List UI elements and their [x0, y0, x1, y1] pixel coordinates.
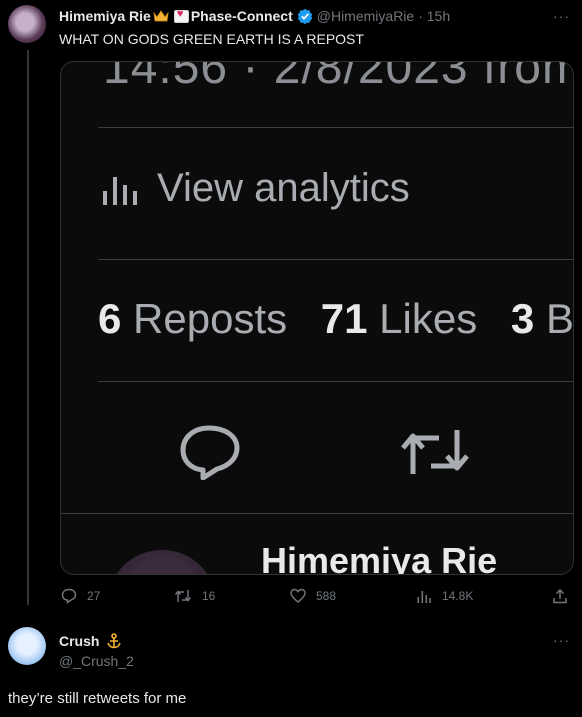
post-actions: 27 16 588 14.8K — [0, 588, 582, 608]
media-timestamp-fragment: 14:56 · 2/8/2023 from — [103, 61, 574, 94]
thread-line — [27, 50, 29, 605]
reply-icon — [61, 588, 77, 604]
bookmarks-count: 3 — [510, 295, 535, 342]
like-button[interactable]: 588 — [290, 588, 336, 604]
repost-icon — [174, 590, 192, 602]
post-header: Himemiya Rie Phase-Connect @HimemiyaRie … — [59, 8, 450, 24]
view-analytics-label: View analytics — [157, 166, 410, 210]
anchor-icon — [107, 633, 122, 649]
reply-button[interactable]: 27 — [61, 588, 100, 604]
author-avatar[interactable] — [8, 5, 46, 43]
reposts-label: Reposts — [133, 295, 288, 342]
reply-icon — [180, 425, 240, 480]
reply-author-handle[interactable]: @_Crush_2 — [59, 653, 134, 669]
heart-badge-icon — [173, 8, 189, 23]
media-author-avatar — [107, 550, 217, 574]
post-text: WHAT ON GODS GREEN EARTH IS A REPOST — [59, 31, 364, 47]
reply-text: they’re still retweets for me — [8, 690, 187, 707]
reposts-count: 6 — [98, 295, 122, 342]
likes-label: Likes — [379, 295, 478, 342]
post-time[interactable]: · 15h — [418, 8, 450, 24]
views-count: 14.8K — [442, 589, 474, 603]
reply-author-name[interactable]: Crush — [59, 633, 99, 649]
more-icon[interactable]: ··· — [553, 8, 570, 24]
repost-icon — [401, 430, 469, 474]
share-button[interactable] — [552, 588, 568, 604]
author-handle[interactable]: @HimemiyaRie — [317, 8, 414, 24]
likes-count: 71 — [320, 295, 368, 342]
media-stats-row: 6 Reposts 71 Likes 3 B — [98, 295, 574, 343]
media-view-analytics: View analytics — [101, 166, 410, 211]
crown-icon — [153, 10, 169, 22]
like-count: 588 — [316, 589, 337, 603]
repost-button[interactable]: 16 — [174, 588, 215, 604]
repost-count: 16 — [202, 589, 216, 603]
views-button[interactable]: 14.8K — [416, 588, 473, 604]
author-name[interactable]: Himemiya Rie — [59, 8, 151, 24]
reply-header: Crush — [59, 632, 123, 650]
media-divider — [61, 513, 573, 514]
media-author-name-fragment: Himemiya Rie — [261, 540, 498, 575]
media-divider — [98, 381, 573, 382]
bookmarks-label-fragment: B — [545, 295, 574, 342]
reply-author-avatar[interactable] — [8, 627, 46, 665]
bar-chart-icon — [103, 176, 137, 205]
like-icon — [290, 588, 306, 603]
post-media[interactable]: 14:56 · 2/8/2023 from View analytics 6 R… — [60, 61, 574, 575]
verified-badge-icon[interactable] — [297, 8, 313, 24]
views-icon — [417, 591, 431, 603]
reply-count: 27 — [87, 589, 101, 603]
media-divider — [98, 127, 573, 128]
reply-more-icon[interactable]: ··· — [553, 632, 570, 648]
share-icon — [553, 588, 567, 604]
media-divider — [98, 259, 573, 260]
author-affiliation[interactable]: Phase-Connect — [191, 8, 293, 24]
